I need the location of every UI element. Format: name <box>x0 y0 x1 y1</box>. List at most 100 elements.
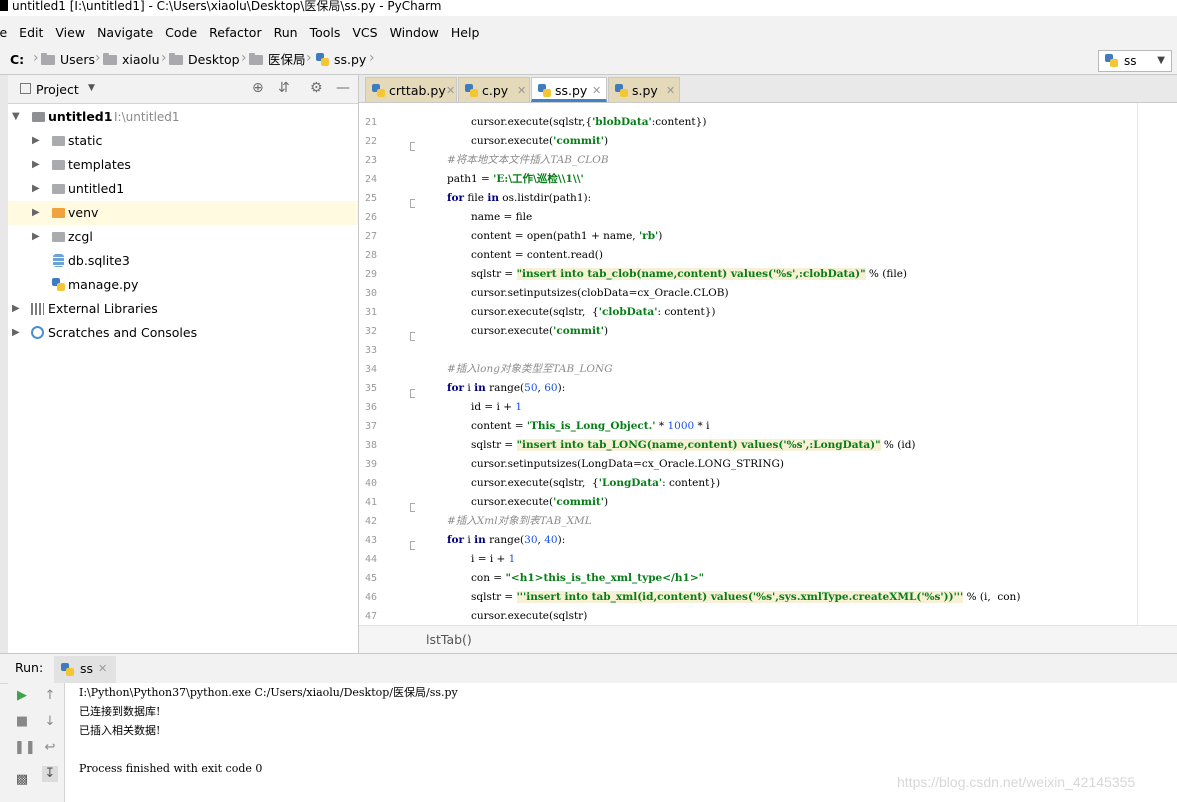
run-config-select[interactable]: ss ▼ <box>1098 50 1172 72</box>
tab-c-py[interactable]: c.py ✕ <box>458 77 530 102</box>
pause-icon[interactable]: ❚❚ <box>14 740 36 756</box>
folder-icon <box>52 184 65 194</box>
chevron-right-icon[interactable]: ▶ <box>32 129 40 153</box>
chevron-right-icon[interactable]: ▶ <box>32 153 40 177</box>
arrow-down-icon[interactable]: ↓ <box>42 714 58 730</box>
chevron-right-icon[interactable]: ▶ <box>12 297 20 321</box>
nav-drive[interactable]: C: <box>10 52 24 68</box>
nav-desktop[interactable]: Desktop <box>169 52 240 68</box>
soft-wrap-icon[interactable]: ↩ <box>42 740 58 756</box>
chevron-down-icon[interactable]: ▼ <box>88 83 95 93</box>
python-file-icon <box>372 84 385 98</box>
code-line-28: content = content.read() <box>471 249 603 261</box>
menu-refactor[interactable]: Refactor <box>209 21 261 45</box>
line-number: 36 <box>364 402 377 413</box>
code-number: 1 <box>508 553 516 565</box>
menu-vcs[interactable]: VCS <box>352 21 377 45</box>
line-number: 22 <box>364 136 377 147</box>
close-icon[interactable]: ✕ <box>666 78 675 103</box>
hide-icon[interactable]: — <box>336 80 350 96</box>
close-icon[interactable]: ✕ <box>517 78 526 103</box>
stop-icon[interactable]: ■ <box>14 714 30 730</box>
tree-item-manage-py[interactable]: manage.py <box>8 273 358 297</box>
nav-users[interactable]: Users <box>41 52 95 68</box>
project-panel-title[interactable]: Project <box>36 82 79 97</box>
chevron-right-icon: › <box>33 50 39 66</box>
editor-tabs: crttab.py ✕ c.py ✕ ss.py ✕ s.py ✕ <box>359 75 1177 103</box>
nav-drive-label: C: <box>10 52 25 67</box>
gear-icon[interactable]: ⚙ <box>310 80 323 96</box>
chevron-right-icon[interactable]: ▶ <box>32 201 40 225</box>
function-breadcrumb[interactable]: lstTab() <box>426 626 472 654</box>
python-file-icon <box>1105 54 1118 68</box>
menu-tools[interactable]: Tools <box>310 21 341 45</box>
code-text: sqlstr = <box>471 591 517 603</box>
rerun-icon[interactable]: ▶ <box>14 688 30 704</box>
tree-item-scratches[interactable]: ▶ Scratches and Consoles <box>8 321 358 345</box>
run-tab-ss[interactable]: ss ✕ <box>54 656 116 683</box>
tree-item-venv[interactable]: ▶ venv <box>8 201 358 225</box>
tree-item-untitled1[interactable]: ▶ untitled1 <box>8 177 358 201</box>
chevron-right-icon[interactable]: ▶ <box>32 225 40 249</box>
fold-marker-icon[interactable] <box>410 503 415 512</box>
code-number: 50 <box>524 382 538 394</box>
code-text: cursor.execute(sqlstr, { <box>471 477 599 489</box>
menu-navigate[interactable]: Navigate <box>97 21 153 45</box>
close-icon[interactable]: ✕ <box>446 78 455 103</box>
run-panel-label: Run: <box>15 660 44 675</box>
arrow-up-icon[interactable]: ↑ <box>42 688 58 704</box>
tab-ss-py[interactable]: ss.py ✕ <box>531 77 607 102</box>
tree-item-db-sqlite3[interactable]: db.sqlite3 <box>8 249 358 273</box>
tab-s-py[interactable]: s.py ✕ <box>608 77 680 102</box>
menu-code[interactable]: Code <box>165 21 197 45</box>
line-number: 39 <box>364 459 377 470</box>
tab-crttab-py[interactable]: crttab.py ✕ <box>365 77 457 102</box>
chevron-down-icon[interactable]: ▼ <box>12 105 20 129</box>
code-text: ) <box>658 230 663 242</box>
code-string: 'commit' <box>553 325 604 337</box>
nav-folder[interactable]: 医保局 <box>249 52 306 68</box>
nav-file[interactable]: ss.py <box>316 52 366 68</box>
fold-marker-icon[interactable] <box>410 199 415 208</box>
tree-item-label: db.sqlite3 <box>68 253 130 268</box>
run-tab-label: ss <box>80 661 94 676</box>
chevron-right-icon[interactable]: ▶ <box>12 321 20 345</box>
layout-icon[interactable]: ▩ <box>14 772 30 788</box>
code-line-38: sqlstr = "insert into tab_LONG(name,cont… <box>471 436 916 455</box>
menu-edit[interactable]: Edit <box>19 21 43 45</box>
tree-item-external-libraries[interactable]: ▶ External Libraries <box>8 297 358 321</box>
fold-marker-icon[interactable] <box>410 389 415 398</box>
menu-file[interactable]: le <box>0 21 7 45</box>
line-number: 25 <box>364 193 377 204</box>
fold-marker-icon[interactable] <box>410 142 415 151</box>
nav-user[interactable]: xiaolu <box>103 52 160 68</box>
run-toolbar: ▶ ↑ ■ ↓ ❚❚ ↩ ▩ ↧ <box>8 683 65 802</box>
run-panel-header: Run: ss ✕ <box>0 653 1177 684</box>
code-line-40: cursor.execute(sqlstr, {'LongData': cont… <box>471 474 720 493</box>
code-line-47: cursor.execute(sqlstr) <box>471 610 588 622</box>
code-editor[interactable]: cursor.execute(sqlstr,{'blobData':conten… <box>421 103 1177 625</box>
close-icon[interactable]: ✕ <box>98 662 107 675</box>
menu-view[interactable]: View <box>55 21 85 45</box>
folder-icon <box>32 112 45 122</box>
tree-item-templates[interactable]: ▶ templates <box>8 153 358 177</box>
line-number: 44 <box>364 554 377 565</box>
fold-marker-icon[interactable] <box>410 541 415 550</box>
tree-item-static[interactable]: ▶ static <box>8 129 358 153</box>
collapse-all-icon[interactable]: ⇵ <box>278 80 290 96</box>
code-text: range( <box>485 382 525 394</box>
tree-item-zcgl[interactable]: ▶ zcgl <box>8 225 358 249</box>
tree-item-untitled1-root[interactable]: ▼ untitled1 I:\untitled1 <box>8 105 358 129</box>
code-line-22: cursor.execute('commit') <box>471 132 608 151</box>
menu-help[interactable]: Help <box>451 21 480 45</box>
code-string: 'rb' <box>638 230 659 242</box>
locate-icon[interactable]: ⊕ <box>252 80 264 96</box>
fold-marker-icon[interactable] <box>410 332 415 341</box>
line-number: 31 <box>364 307 377 318</box>
menu-run[interactable]: Run <box>274 21 298 45</box>
menu-window[interactable]: Window <box>390 21 439 45</box>
chevron-right-icon[interactable]: ▶ <box>32 177 40 201</box>
close-icon[interactable]: ✕ <box>592 78 601 103</box>
scroll-to-end-icon[interactable]: ↧ <box>42 766 58 782</box>
code-text: ): <box>557 382 566 394</box>
